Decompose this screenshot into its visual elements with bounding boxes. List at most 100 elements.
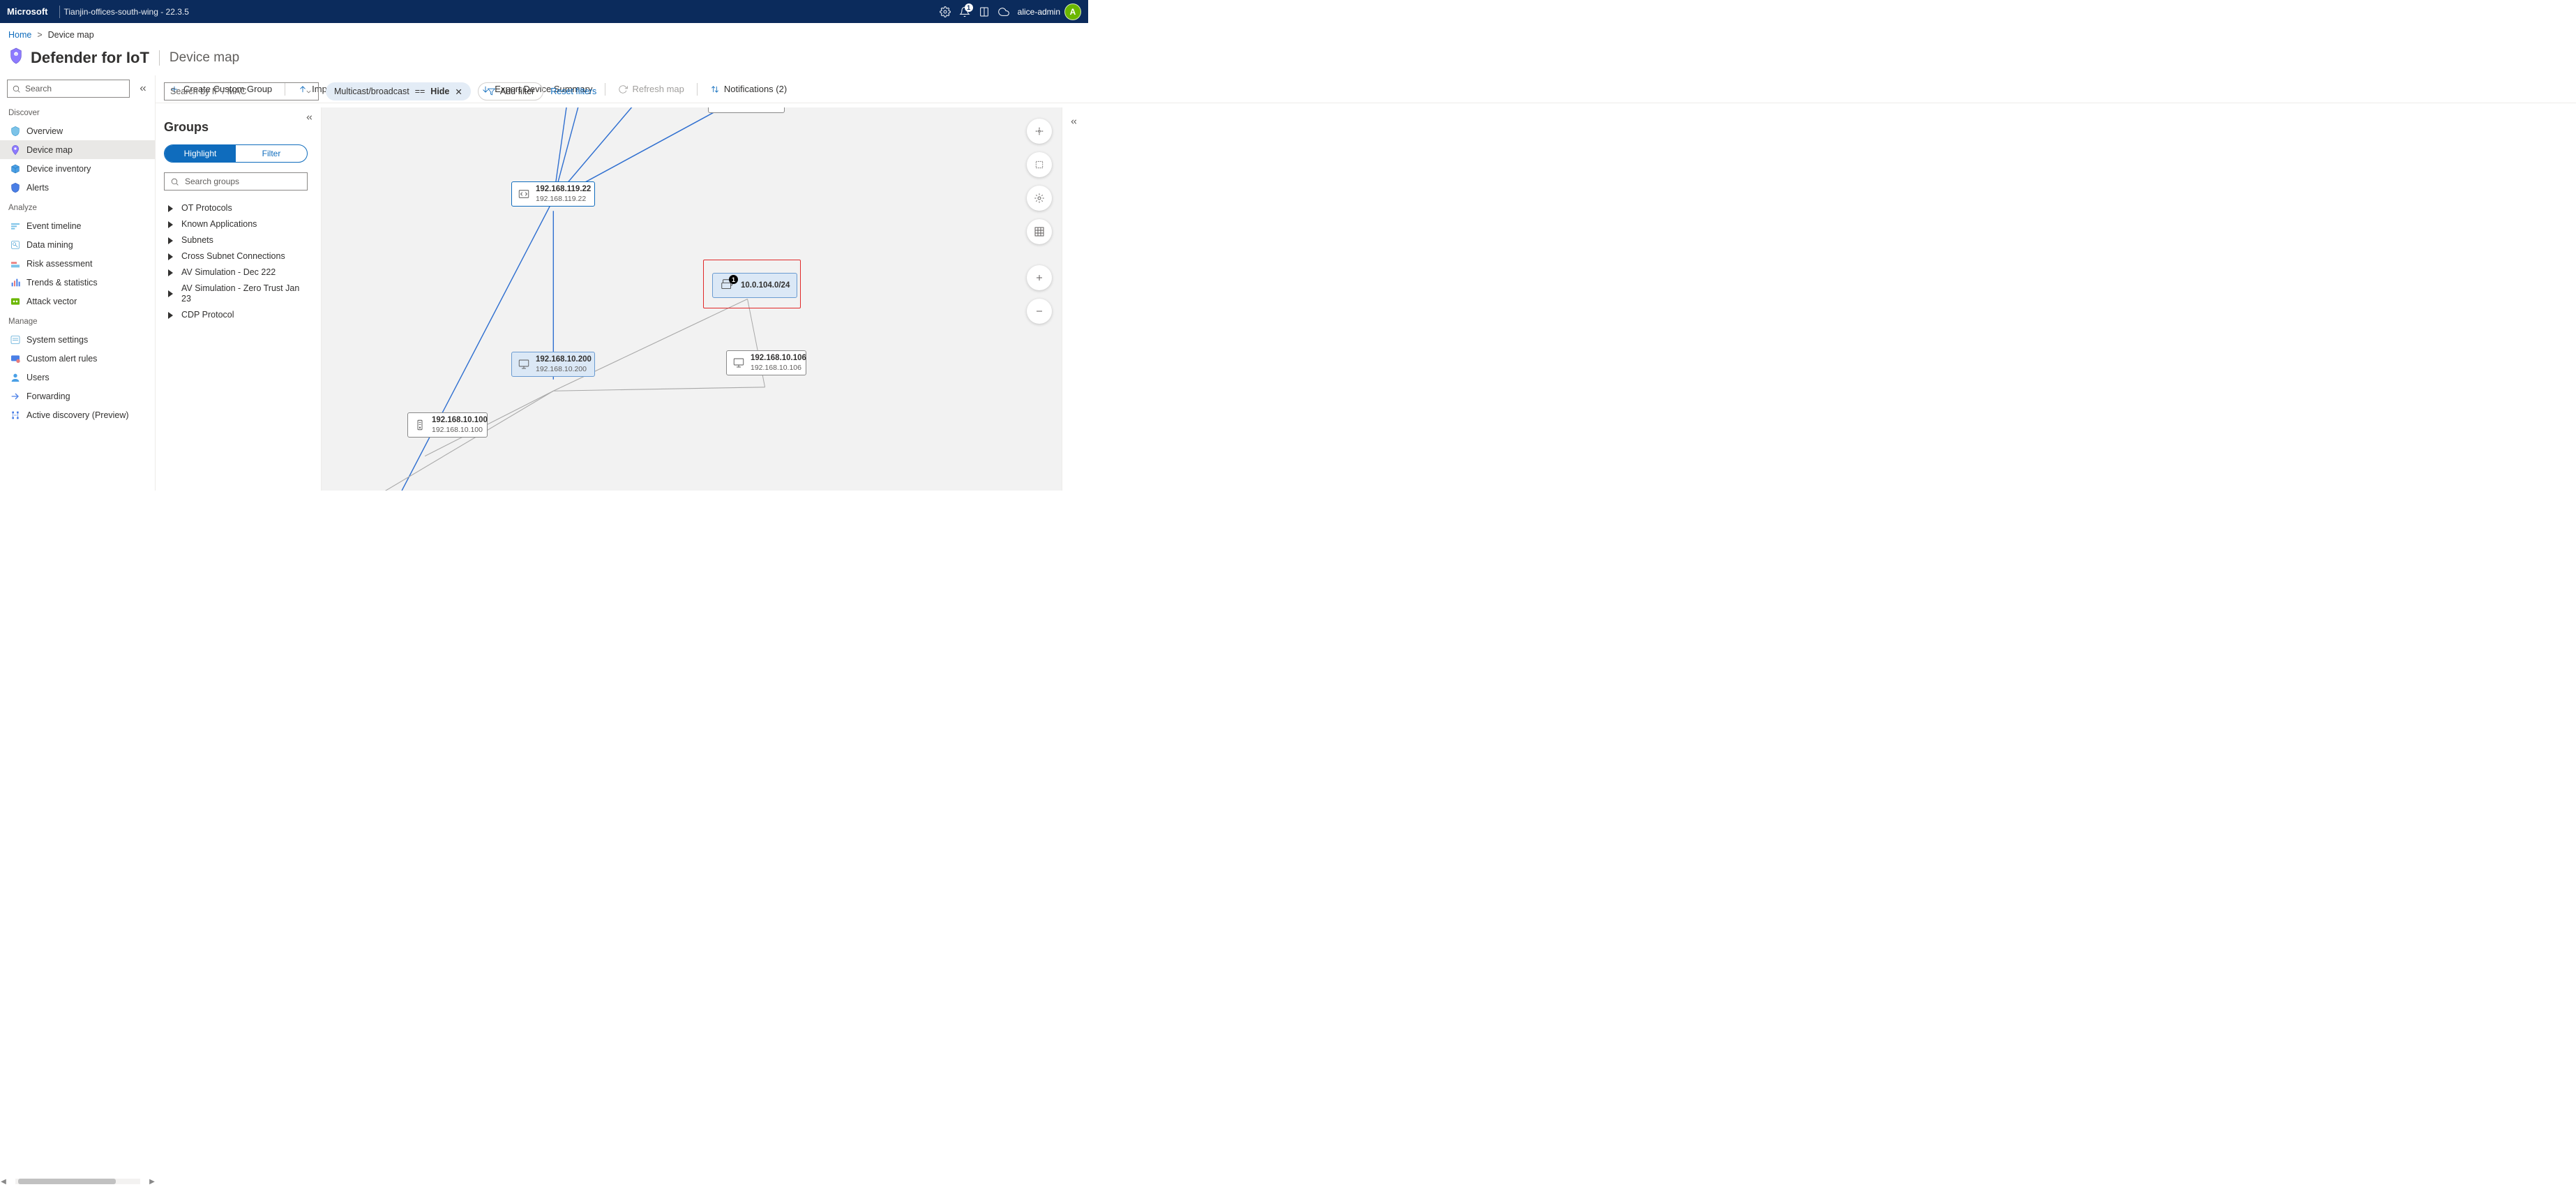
nav-custom-alert-rules[interactable]: Custom alert rules: [0, 349, 155, 368]
selection-tool-button[interactable]: [1027, 152, 1052, 177]
sensor-label: Tianjin-offices-south-wing - 22.3.5: [64, 7, 189, 17]
subnet-label: 10.0.104.0/24: [741, 281, 790, 290]
nav-users-label: Users: [27, 373, 50, 382]
device-node[interactable]: 192.168.10.200192.168.10.200: [511, 352, 595, 377]
nav-attack-vector[interactable]: Attack vector: [0, 292, 155, 311]
nav-system-settings-label: System settings: [27, 335, 88, 345]
filter-chip-label: Multicast/broadcast: [334, 87, 409, 96]
chart-icon: [10, 277, 21, 288]
group-item[interactable]: Known Applications: [164, 216, 312, 232]
layout-options-button[interactable]: [1027, 186, 1052, 211]
group-item[interactable]: Subnets: [164, 232, 312, 248]
brand-label: Microsoft: [7, 6, 55, 17]
nav-data-mining-label: Data mining: [27, 240, 73, 250]
subnet-group-node[interactable]: 1 10.0.104.0/24: [703, 260, 801, 308]
code-icon: [518, 188, 530, 200]
whats-new-icon[interactable]: [974, 2, 994, 22]
nav-forwarding-label: Forwarding: [27, 391, 70, 401]
cloud-icon[interactable]: [994, 2, 1014, 22]
nav-trends-statistics[interactable]: Trends & statistics: [0, 273, 155, 292]
add-filter-button[interactable]: Add filter: [478, 82, 543, 100]
filter-chip-remove-icon[interactable]: ✕: [455, 87, 462, 97]
groups-mode-highlight[interactable]: Highlight: [165, 145, 236, 162]
expand-right-panel-icon[interactable]: [1069, 117, 1078, 130]
nav-data-mining[interactable]: Data mining: [0, 235, 155, 254]
device-node[interactable]: 192.168.10.106192.168.10.106: [726, 350, 806, 375]
avatar[interactable]: A: [1064, 3, 1081, 20]
nav-forwarding[interactable]: Forwarding: [0, 387, 155, 405]
zoom-in-button[interactable]: [1027, 265, 1052, 290]
nav-device-inventory-label: Device inventory: [27, 164, 91, 174]
monitor-icon: [732, 357, 745, 369]
nav-overview[interactable]: Overview: [0, 121, 155, 140]
nav-alerts[interactable]: Alerts: [0, 178, 155, 197]
zoom-out-button[interactable]: [1027, 299, 1052, 324]
group-item[interactable]: Cross Subnet Connections: [164, 248, 312, 264]
filter-chip-op: ==: [415, 87, 425, 96]
monitor-icon: [518, 358, 530, 371]
node-ip-primary: 192.168.10.100: [432, 416, 488, 426]
breadcrumb: Home > Device map: [0, 23, 1088, 47]
nav-device-inventory[interactable]: Device inventory: [0, 159, 155, 178]
risk-icon: [10, 258, 21, 269]
collapse-sidebar-icon[interactable]: [138, 84, 148, 94]
notifications-icon[interactable]: 1: [955, 2, 974, 22]
product-title: Defender for IoT: [31, 49, 149, 67]
device-node[interactable]: [708, 107, 785, 113]
nav-device-map-label: Device map: [27, 145, 73, 155]
scroll-right-icon[interactable]: ▶: [149, 1178, 156, 1186]
node-ip-primary: 192.168.10.200: [536, 355, 592, 365]
device-stack-icon: 1: [720, 278, 735, 293]
notifications-badge: 1: [965, 3, 973, 12]
scroll-left-icon[interactable]: ◀: [0, 1178, 7, 1186]
caret-right-icon: [168, 221, 173, 228]
ip-mac-search-placeholder: Search by IP / MAC: [170, 87, 247, 96]
topbar-divider: [59, 6, 60, 18]
add-filter-label: Add filter: [500, 87, 534, 96]
nav-active-discovery[interactable]: Active discovery (Preview): [0, 405, 155, 424]
groups-search-input[interactable]: Search groups: [164, 172, 308, 191]
device-node[interactable]: 192.168.10.100192.168.10.100: [407, 412, 488, 438]
nav-users[interactable]: Users: [0, 368, 155, 387]
sidebar-search-placeholder: Search: [25, 84, 52, 94]
caret-right-icon: [168, 237, 173, 244]
nav-section-manage: Manage: [0, 311, 155, 330]
timeline-icon: [10, 221, 21, 232]
node-ip-secondary: 192.168.10.100: [432, 426, 488, 435]
node-ip-secondary: 192.168.10.200: [536, 365, 592, 374]
settings-list-icon: [10, 334, 21, 345]
device-map-canvas[interactable]: 192.168.119.22192.168.119.22 1 10.0.104.…: [322, 107, 1062, 491]
group-item[interactable]: CDP Protocol: [164, 307, 312, 323]
map-pin-icon: [10, 144, 21, 156]
attack-vector-icon: [10, 296, 21, 307]
groups-search-placeholder: Search groups: [185, 177, 239, 186]
reset-filters-link[interactable]: Reset filters: [550, 87, 596, 96]
sidebar-search-input[interactable]: Search: [7, 80, 130, 98]
nav-event-timeline[interactable]: Event timeline: [0, 216, 155, 235]
shield-icon: [10, 126, 21, 137]
node-ip-secondary: 192.168.10.106: [751, 364, 806, 373]
nav-active-discovery-label: Active discovery (Preview): [27, 410, 129, 420]
nav-system-settings[interactable]: System settings: [0, 330, 155, 349]
ip-mac-search-input[interactable]: Search by IP / MAC: [164, 82, 319, 100]
group-item[interactable]: AV Simulation - Dec 222: [164, 264, 312, 281]
fit-to-screen-button[interactable]: [1027, 119, 1052, 144]
display-options-button[interactable]: [1027, 219, 1052, 244]
settings-icon[interactable]: [935, 2, 955, 22]
breadcrumb-sep: >: [37, 30, 42, 40]
group-item[interactable]: AV Simulation - Zero Trust Jan 23: [164, 281, 312, 307]
groups-mode-toggle[interactable]: Highlight Filter: [164, 144, 308, 163]
group-item[interactable]: OT Protocols: [164, 200, 312, 216]
caret-right-icon: [168, 290, 173, 297]
nav-event-timeline-label: Event timeline: [27, 221, 82, 231]
filter-chip-multicast[interactable]: Multicast/broadcast == Hide ✕: [326, 82, 471, 100]
sidebar-h-scrollbar[interactable]: ◀ ▶: [0, 1176, 156, 1187]
groups-mode-filter[interactable]: Filter: [236, 145, 307, 162]
nav-device-map[interactable]: Device map: [0, 140, 155, 159]
collapse-groups-icon[interactable]: [305, 113, 314, 126]
nav-risk-assessment[interactable]: Risk assessment: [0, 254, 155, 273]
nav-section-analyze: Analyze: [0, 197, 155, 216]
device-node[interactable]: 192.168.119.22192.168.119.22: [511, 181, 595, 207]
nav-custom-alert-rules-label: Custom alert rules: [27, 354, 97, 364]
breadcrumb-home[interactable]: Home: [8, 30, 31, 40]
